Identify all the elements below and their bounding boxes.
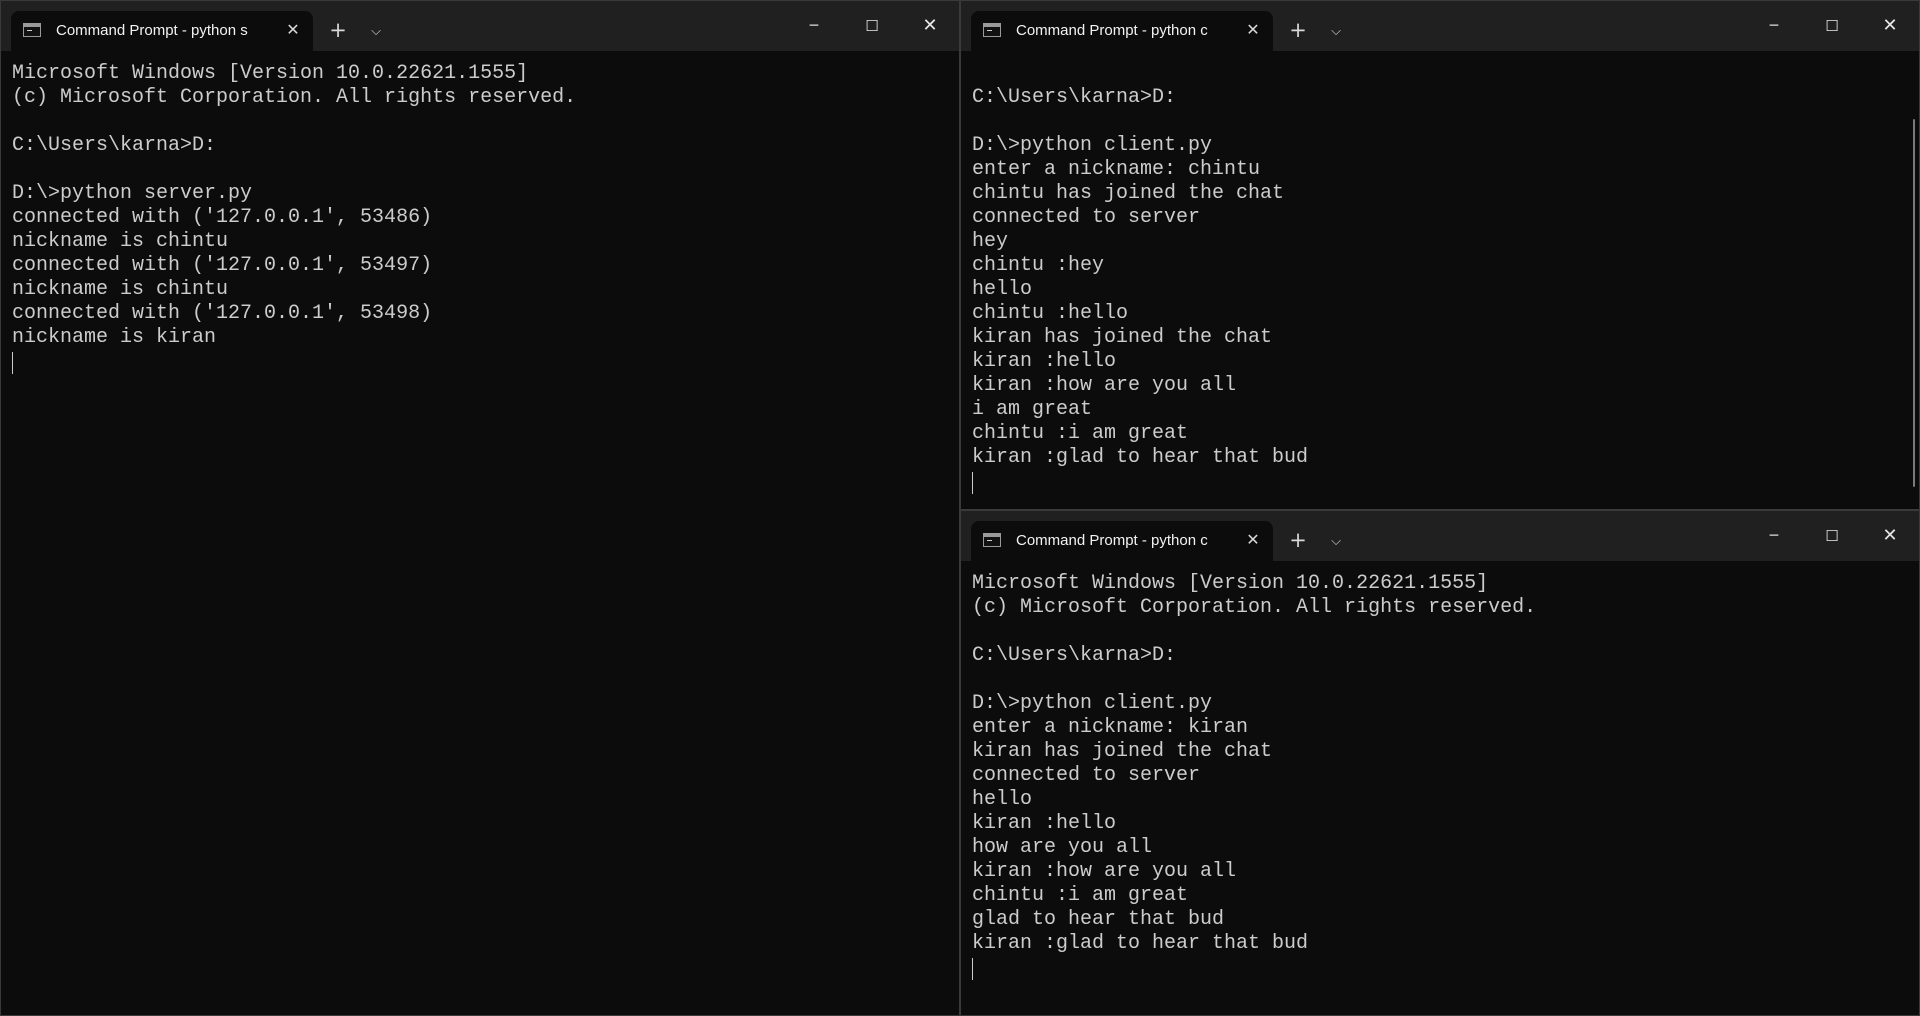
tab-close-button[interactable]: ✕ — [281, 18, 305, 42]
console-line: kiran :how are you all — [972, 374, 1237, 397]
cmd-icon — [23, 23, 41, 37]
console-output[interactable]: Microsoft Windows [Version 10.0.22621.15… — [12, 62, 935, 1015]
title-bar[interactable]: Command Prompt - python s ✕ + ⌵ ─ ☐ ✕ — [1, 1, 959, 51]
console-line: kiran :hello — [972, 350, 1117, 373]
console-line: hey — [972, 230, 1009, 253]
maximize-button[interactable]: ☐ — [1803, 1, 1861, 51]
console-line: chintu :i am great — [972, 422, 1189, 445]
console-line: C:\Users\karna>D: — [972, 644, 1177, 667]
cmd-icon — [983, 23, 1001, 37]
console-line: kiran :hello — [972, 812, 1117, 835]
console-line: C:\Users\karna>D: — [972, 86, 1177, 109]
console-line: kiran :glad to hear that bud — [972, 446, 1309, 469]
console-line: kiran :how are you all — [972, 860, 1237, 883]
terminal-window-server[interactable]: Command Prompt - python s ✕ + ⌵ ─ ☐ ✕ Mi… — [0, 0, 960, 1016]
console-line: D:\>python server.py — [12, 182, 253, 205]
new-tab-button[interactable]: + — [1283, 15, 1313, 45]
console-output[interactable]: Microsoft Windows [Version 10.0.22621.15… — [972, 572, 1895, 1015]
tab-dropdown-button[interactable]: ⌵ — [1321, 17, 1351, 47]
console-line: C:\Users\karna>D: — [12, 134, 217, 157]
console-line: how are you all — [972, 836, 1153, 859]
tab-close-button[interactable]: ✕ — [1241, 528, 1265, 552]
console-line: chintu :i am great — [972, 884, 1189, 907]
new-tab-button[interactable]: + — [1283, 525, 1313, 555]
console-line: connected with ('127.0.0.1', 53498) — [12, 302, 433, 325]
minimize-button[interactable]: ─ — [785, 1, 843, 51]
console-line: enter a nickname: chintu — [972, 158, 1261, 181]
cmd-icon — [983, 533, 1001, 547]
text-cursor — [12, 352, 13, 374]
tab-title: Command Prompt - python c — [1016, 22, 1208, 39]
maximize-button[interactable]: ☐ — [1803, 511, 1861, 561]
console-line: nickname is chintu — [12, 230, 229, 253]
console-line: kiran has joined the chat — [972, 740, 1273, 763]
console-line: hello — [972, 788, 1033, 811]
input-line[interactable] — [12, 350, 935, 374]
terminal-window-client-chintu[interactable]: Command Prompt - python c ✕ + ⌵ ─ ☐ ✕ C:… — [960, 0, 1920, 510]
tab-title: Command Prompt - python s — [56, 22, 248, 39]
console-line: nickname is chintu — [12, 278, 229, 301]
console-line: (c) Microsoft Corporation. All rights re… — [12, 86, 577, 109]
minimize-button[interactable]: ─ — [1745, 1, 1803, 51]
console-line: connected to server — [972, 764, 1201, 787]
console-line: connected with ('127.0.0.1', 53497) — [12, 254, 433, 277]
console-line: i am great — [972, 398, 1093, 421]
close-button[interactable]: ✕ — [1861, 511, 1919, 561]
tab-command-prompt[interactable]: Command Prompt - python c ✕ — [971, 11, 1273, 51]
tab-dropdown-button[interactable]: ⌵ — [1321, 527, 1351, 557]
console-line: glad to hear that bud — [972, 908, 1225, 931]
tab-command-prompt[interactable]: Command Prompt - python c ✕ — [971, 521, 1273, 561]
close-button[interactable]: ✕ — [1861, 1, 1919, 51]
input-line[interactable] — [972, 470, 1895, 494]
console-line: chintu :hey — [972, 254, 1105, 277]
text-cursor — [972, 472, 973, 494]
tab-dropdown-button[interactable]: ⌵ — [361, 17, 391, 47]
tab-title: Command Prompt - python c — [1016, 532, 1208, 549]
console-line: connected with ('127.0.0.1', 53486) — [12, 206, 433, 229]
terminal-window-client-kiran[interactable]: Command Prompt - python c ✕ + ⌵ ─ ☐ ✕ Mi… — [960, 510, 1920, 1016]
console-output[interactable]: C:\Users\karna>D: D:\>python client.py e… — [972, 62, 1895, 509]
text-cursor — [972, 958, 973, 980]
minimize-button[interactable]: ─ — [1745, 511, 1803, 561]
vertical-scrollbar[interactable] — [1913, 119, 1915, 487]
console-line: nickname is kiran — [12, 326, 217, 349]
console-line: kiran :glad to hear that bud — [972, 932, 1309, 955]
console-line: chintu has joined the chat — [972, 182, 1285, 205]
console-line: kiran has joined the chat — [972, 326, 1273, 349]
console-line: hello — [972, 278, 1033, 301]
console-line: Microsoft Windows [Version 10.0.22621.15… — [12, 62, 529, 85]
console-line: enter a nickname: kiran — [972, 716, 1249, 739]
title-bar[interactable]: Command Prompt - python c ✕ + ⌵ ─ ☐ ✕ — [961, 1, 1919, 51]
console-line: D:\>python client.py — [972, 692, 1213, 715]
input-line[interactable] — [972, 956, 1895, 980]
new-tab-button[interactable]: + — [323, 15, 353, 45]
console-line: (c) Microsoft Corporation. All rights re… — [972, 596, 1537, 619]
title-bar[interactable]: Command Prompt - python c ✕ + ⌵ ─ ☐ ✕ — [961, 511, 1919, 561]
tab-close-button[interactable]: ✕ — [1241, 18, 1265, 42]
console-line: chintu :hello — [972, 302, 1129, 325]
close-button[interactable]: ✕ — [901, 1, 959, 51]
console-line: D:\>python client.py — [972, 134, 1213, 157]
tab-command-prompt[interactable]: Command Prompt - python s ✕ — [11, 11, 313, 51]
console-line: Microsoft Windows [Version 10.0.22621.15… — [972, 572, 1489, 595]
maximize-button[interactable]: ☐ — [843, 1, 901, 51]
console-line: connected to server — [972, 206, 1201, 229]
